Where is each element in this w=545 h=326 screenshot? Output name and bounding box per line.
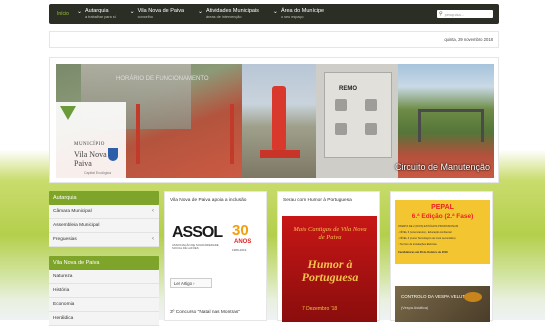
- panel-title: REMO: [339, 86, 357, 92]
- sidebar-item-camara-municipal[interactable]: Câmara Municipal ‹: [49, 205, 159, 219]
- banner-photo-outdoor-park: [398, 64, 494, 178]
- current-date: quinta, 29 novembro 2018: [444, 37, 493, 42]
- sidebar-item-label: Freguesias: [53, 237, 77, 242]
- news-title[interactable]: Vila Nova de Paiva apoia a inclusão: [165, 192, 266, 203]
- logo-tagline: Capital Ecológica: [84, 171, 112, 175]
- sidebar-item-label: Assembleia Municipal: [53, 223, 100, 228]
- sidebar-item-label: Câmara Municipal: [53, 209, 92, 214]
- sidebar-item-economia[interactable]: Economia: [49, 298, 159, 312]
- vespa-subtitle: (Vespa Asiática): [401, 306, 429, 310]
- vespa-velutina-image[interactable]: CONTROLO DA VESPA VELUTINA (Vespa Asiáti…: [395, 286, 490, 322]
- banner-photo-remo-sign: REMO: [316, 64, 398, 178]
- chevron-left-icon[interactable]: ‹: [152, 233, 154, 246]
- nav-item-vila-nova-de-paiva[interactable]: ⌄ Vila Nova de Paiva concelho: [130, 8, 184, 20]
- top-navigation-bar: Início ⌄ Autarquia a trabalhar para si ⌄ …: [49, 4, 499, 24]
- sidebar-item-label: História: [53, 288, 70, 293]
- news-card-pepal: PEPAL 6.ª Edição (2.ª Fase) OFERTA DE 2 …: [390, 191, 493, 322]
- banner-photo-outdoor-gym: HORÁRIO DE FUNCIONAMENTO MUNICÍPIO Vila …: [56, 64, 242, 178]
- logo-small-text: MUNICÍPIO: [74, 142, 105, 147]
- anniversary-label: ANOS: [234, 239, 252, 245]
- nav-item-atividades-municipais[interactable]: ⌄ Atividades Municipais áreas de interven…: [198, 8, 259, 20]
- sidebar-item-label: Economia: [53, 302, 75, 307]
- poster-subtitle: Mais Cantigas de Vila Nova de Paiva: [293, 226, 367, 241]
- anniversary-number: 30: [232, 222, 249, 239]
- logo-name: Vila Nova de Paiva: [74, 150, 117, 168]
- pepal-line: - Técnico de Instalações Elétricas: [398, 243, 437, 246]
- chevron-down-icon: ⌄: [198, 9, 204, 16]
- news-card-inclusao: Vila Nova de Paiva apoia a inclusão ASSO…: [164, 191, 267, 321]
- anniversary-years: 1989-2019: [232, 248, 247, 252]
- sidebar-item-label: Natureza: [53, 274, 73, 279]
- chevron-down-icon: ⌄: [272, 9, 278, 16]
- sidebar-section-vila-nova-de-paiva[interactable]: Vila Nova de Paiva: [49, 256, 159, 270]
- sidebar-item-natureza[interactable]: Natureza: [49, 270, 159, 284]
- sidebar-section-autarquia[interactable]: Autarquia: [49, 191, 159, 205]
- sign-text: HORÁRIO DE FUNCIONAMENTO: [116, 76, 209, 82]
- poster-title: Humor à Portuguesa: [301, 257, 359, 284]
- search-placeholder: pesquisa...: [444, 11, 465, 17]
- pepal-line: OFERTA DE 2 (DOIS) ESTÁGIOS PROFISSIONAI…: [398, 225, 459, 228]
- pepal-deadline: Candidaturas até 28 de Outubro de 2018: [398, 251, 448, 254]
- chevron-down-icon: ⌄: [129, 9, 135, 16]
- news-title-next[interactable]: 3º Concurso "Natal nas Montras": [170, 310, 240, 315]
- nav-home-link[interactable]: Início: [49, 11, 77, 17]
- sidebar-item-historia[interactable]: História: [49, 284, 159, 298]
- nav-item-sublabel: áreas de intervenção: [206, 14, 242, 19]
- news-title[interactable]: Serau com Humor à Portuguesa: [278, 192, 379, 203]
- sidebar-item-heraldica[interactable]: Heráldica: [49, 312, 159, 326]
- news-card-humor: Serau com Humor à Portuguesa Mais Cantig…: [277, 191, 380, 322]
- pepal-line: - NÍVEL 4 (curso Tecnológico de nível se…: [398, 237, 456, 240]
- pepal-subtitle: 6.ª Edição (2.ª Fase): [411, 213, 474, 220]
- date-bar: quinta, 29 novembro 2018: [49, 31, 499, 48]
- poster-date: 7 Dezembro '18: [302, 306, 338, 312]
- pepal-title: PEPAL: [431, 204, 454, 211]
- sidebar-item-freguesias[interactable]: Freguesias ‹: [49, 233, 159, 247]
- wasp-icon: [464, 292, 482, 302]
- pepal-line: - NÍVEL 6 (Licenciatura) - Educação Ambi…: [398, 231, 452, 234]
- button-label: Ler Artigo: [174, 281, 192, 286]
- vespa-title: CONTROLO DA VESPA VELUTINA: [401, 294, 473, 299]
- assol-logo-subtext: ASSOCIAÇÃO DE SOLIDARIEDADE SOCIAL DE LA…: [172, 243, 219, 251]
- read-article-button[interactable]: Ler Artigo ›: [170, 278, 212, 288]
- nav-item-sublabel: a trabalhar para si: [84, 14, 116, 19]
- assol-logo-text: ASSOL: [172, 224, 223, 241]
- nav-item-sublabel: o seu espaço: [280, 14, 304, 19]
- hero-banner: HORÁRIO DE FUNCIONAMENTO MUNICÍPIO Vila …: [49, 57, 499, 183]
- assol-logo-image[interactable]: ASSOL ASSOCIAÇÃO DE SOLIDARIEDADE SOCIAL…: [170, 220, 263, 260]
- sidebar: Autarquia Câmara Municipal ‹ Assembleia M…: [49, 191, 159, 326]
- banner-caption: Circuito de Manutenção: [394, 162, 490, 172]
- banner-photo-red-machine: [242, 64, 316, 178]
- municipality-logo: MUNICÍPIO Vila Nova de Paiva Capital Eco…: [56, 102, 126, 178]
- sidebar-item-assembleia-municipal[interactable]: Assembleia Municipal: [49, 219, 159, 233]
- pepal-banner-image[interactable]: PEPAL 6.ª Edição (2.ª Fase) OFERTA DE 2 …: [395, 200, 490, 264]
- event-poster-image[interactable]: Mais Cantigas de Vila Nova de Paiva Humo…: [282, 216, 377, 322]
- nav-item-area-do-municipe[interactable]: ⌄ Área do Munícipe o seu espaço: [273, 8, 324, 20]
- coat-of-arms-icon: [108, 148, 118, 161]
- chevron-down-icon: ⌄: [76, 9, 82, 16]
- nav-item-autarquia[interactable]: ⌄ Autarquia a trabalhar para si: [77, 8, 116, 20]
- nav-item-sublabel: concelho: [137, 14, 153, 19]
- search-icon[interactable]: ⚲: [439, 11, 443, 17]
- chevron-right-icon: ›: [193, 281, 195, 286]
- banner-image[interactable]: HORÁRIO DE FUNCIONAMENTO MUNICÍPIO Vila …: [56, 64, 494, 178]
- search-input[interactable]: ⚲ pesquisa...: [437, 10, 493, 18]
- chevron-left-icon[interactable]: ‹: [152, 205, 154, 218]
- logo-v-mark-icon: [60, 106, 76, 120]
- sidebar-item-label: Heráldica: [53, 316, 74, 321]
